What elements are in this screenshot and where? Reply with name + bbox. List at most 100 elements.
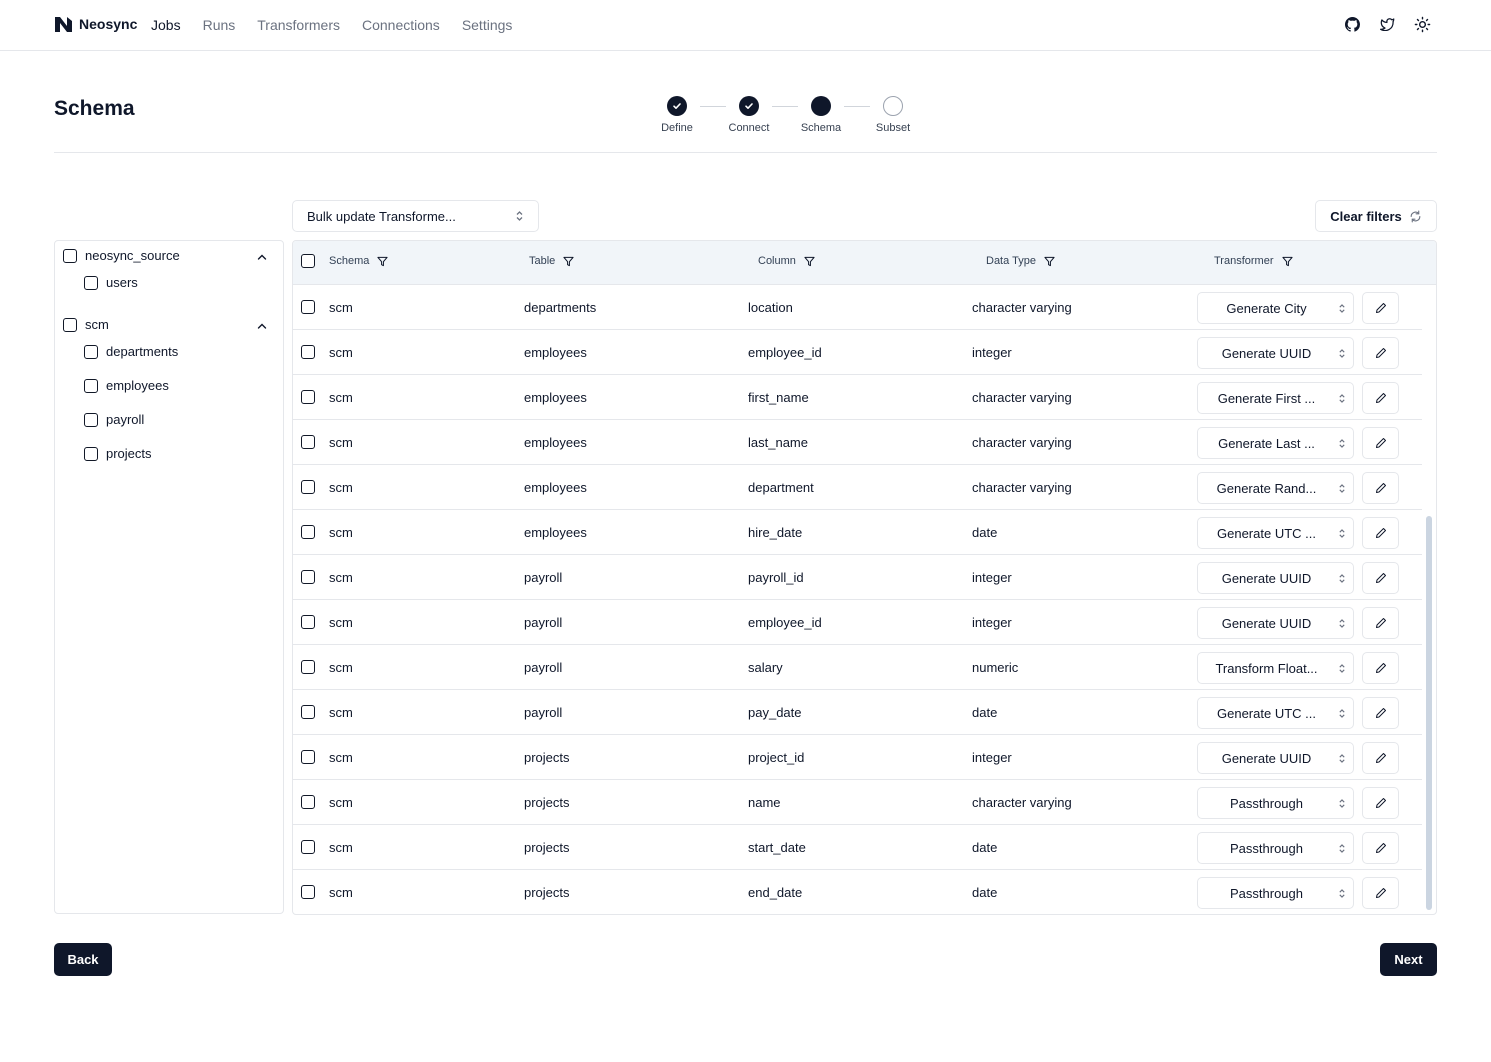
transformer-select-value: Generate UUID [1221, 750, 1312, 766]
schema-checkbox[interactable] [63, 248, 77, 263]
transformer-select[interactable]: Generate UTC ... [1197, 697, 1354, 729]
schema-checkbox[interactable] [63, 317, 77, 332]
schema-table: Schema Table Column Data Type Transformer sc… [292, 240, 1437, 915]
filter-icon[interactable] [563, 256, 574, 267]
transformer-select[interactable]: Generate UUID [1197, 607, 1354, 639]
tree-table-employees[interactable]: employees [84, 378, 169, 393]
edit-transformer-button[interactable] [1362, 742, 1399, 774]
edit-transformer-button[interactable] [1362, 652, 1399, 684]
next-button[interactable]: Next [1380, 943, 1437, 976]
row-checkbox[interactable] [301, 300, 315, 314]
transformer-select[interactable]: Generate UTC ... [1197, 517, 1354, 549]
row-checkbox[interactable] [301, 390, 315, 404]
cell-schema: scm [329, 615, 353, 630]
transformer-select[interactable]: Generate Rand... [1197, 472, 1354, 504]
row-checkbox[interactable] [301, 345, 315, 359]
row-checkbox[interactable] [301, 705, 315, 719]
row-checkbox[interactable] [301, 435, 315, 449]
edit-transformer-button[interactable] [1362, 607, 1399, 639]
collapse-toggle[interactable] [257, 248, 267, 263]
filter-icon[interactable] [1044, 256, 1055, 267]
filter-icon[interactable] [804, 256, 815, 267]
transformer-select[interactable]: Passthrough [1197, 832, 1354, 864]
edit-transformer-button[interactable] [1362, 832, 1399, 864]
edit-transformer-button[interactable] [1362, 382, 1399, 414]
tree-table-users[interactable]: users [84, 275, 138, 290]
table-checkbox[interactable] [84, 275, 98, 290]
row-checkbox[interactable] [301, 660, 315, 674]
column-header-label: Table [529, 255, 556, 267]
table-row: scm payroll payroll_id integer Generate UUID [293, 555, 1422, 600]
cell-data-type: integer [972, 570, 1012, 585]
cell-table: projects [524, 750, 570, 765]
nav-link-runs[interactable]: Runs [203, 17, 236, 33]
back-button[interactable]: Back [54, 943, 112, 976]
table-checkbox[interactable] [84, 412, 98, 427]
transformer-select-value: Generate UTC ... [1217, 525, 1316, 541]
table-scrollbar[interactable] [1424, 285, 1434, 914]
cell-column: last_name [748, 435, 808, 450]
brand[interactable]: Neosync [54, 15, 137, 33]
edit-transformer-button[interactable] [1362, 562, 1399, 594]
nav-link-connections[interactable]: Connections [362, 17, 440, 33]
transformer-select[interactable]: Passthrough [1197, 787, 1354, 819]
scrollbar-thumb[interactable] [1426, 516, 1432, 910]
tree-schema-scm[interactable]: scm [63, 317, 283, 332]
tree-table-departments[interactable]: departments [84, 344, 178, 359]
row-checkbox[interactable] [301, 480, 315, 494]
transformer-select[interactable]: Generate UUID [1197, 562, 1354, 594]
github-icon[interactable] [1343, 14, 1361, 34]
filter-icon[interactable] [1281, 256, 1293, 267]
edit-transformer-button[interactable] [1362, 517, 1399, 549]
table-checkbox[interactable] [84, 446, 98, 461]
edit-transformer-button[interactable] [1362, 697, 1399, 729]
transformer-select[interactable]: Generate UUID [1197, 742, 1354, 774]
cell-table: payroll [524, 660, 563, 675]
nav-link-transformers[interactable]: Transformers [257, 17, 340, 33]
transformer-select[interactable]: Generate City [1197, 292, 1354, 324]
collapse-toggle[interactable] [257, 317, 267, 332]
row-checkbox[interactable] [301, 885, 315, 899]
tree-schema-neosync_source[interactable]: neosync_source [63, 248, 283, 263]
filter-icon[interactable] [377, 256, 388, 267]
edit-transformer-button[interactable] [1362, 472, 1399, 504]
row-checkbox[interactable] [301, 615, 315, 629]
nav-link-settings[interactable]: Settings [462, 17, 513, 33]
pencil-icon [1375, 438, 1386, 448]
select-all-checkbox[interactable] [301, 254, 315, 268]
edit-transformer-button[interactable] [1362, 877, 1399, 909]
table-row: scm employees first_name character varying G… [293, 375, 1422, 420]
chevron-up-down-icon [1331, 663, 1353, 674]
nav-links: Jobs Runs Transformers Connections Settings [151, 17, 512, 33]
transformer-select[interactable]: Generate First ... [1197, 382, 1354, 414]
edit-transformer-button[interactable] [1362, 337, 1399, 369]
row-checkbox[interactable] [301, 840, 315, 854]
transformer-select[interactable]: Generate UUID [1197, 337, 1354, 369]
cell-schema: scm [329, 435, 353, 450]
chevron-up-down-icon [1331, 798, 1353, 809]
tree-table-payroll[interactable]: payroll [84, 412, 144, 427]
row-checkbox[interactable] [301, 570, 315, 584]
edit-transformer-button[interactable] [1362, 427, 1399, 459]
transformer-select[interactable]: Transform Float... [1197, 652, 1354, 684]
cell-schema: scm [329, 570, 353, 585]
table-checkbox[interactable] [84, 378, 98, 393]
transformer-select[interactable]: Passthrough [1197, 877, 1354, 909]
sun-icon[interactable] [1413, 14, 1431, 34]
row-checkbox[interactable] [301, 795, 315, 809]
table-row: scm employees hire_date date Generate UTC ..… [293, 510, 1422, 555]
clear-filters-button[interactable]: Clear filters [1315, 200, 1437, 232]
table-checkbox[interactable] [84, 344, 98, 359]
twitter-icon[interactable] [1378, 14, 1396, 34]
column-header-data-type: Data Type [986, 255, 1055, 267]
row-checkbox[interactable] [301, 525, 315, 539]
edit-transformer-button[interactable] [1362, 787, 1399, 819]
cell-column: payroll_id [748, 570, 804, 585]
tree-table-projects[interactable]: projects [84, 446, 152, 461]
row-checkbox[interactable] [301, 750, 315, 764]
bulk-update-transformer-select[interactable]: Bulk update Transforme... [292, 200, 539, 232]
nav-link-jobs[interactable]: Jobs [151, 17, 181, 33]
edit-transformer-button[interactable] [1362, 292, 1399, 324]
transformer-select[interactable]: Generate Last ... [1197, 427, 1354, 459]
transformer-select-value: Generate Last ... [1218, 435, 1315, 451]
